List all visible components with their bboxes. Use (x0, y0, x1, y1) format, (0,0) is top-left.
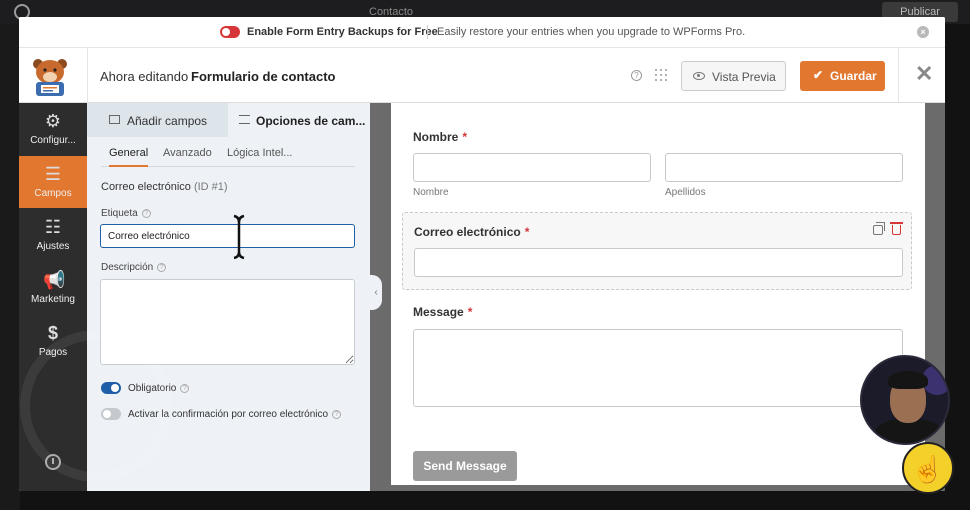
field-title: Correo electrónico (ID #1) (101, 181, 228, 193)
close-divider (898, 48, 899, 103)
webcam-hair (888, 371, 928, 389)
help-icon[interactable]: ? (180, 383, 190, 393)
help-icon[interactable]: ? (631, 70, 642, 81)
email-label-text: Correo electrónico (414, 225, 521, 239)
label-caption-text: Etiqueta (101, 208, 138, 219)
help-icon[interactable]: ? (157, 262, 167, 272)
email-input[interactable] (414, 248, 903, 277)
options-subtabs: General Avanzado Lógica Intel... (101, 147, 355, 167)
help-icon[interactable]: ? (332, 409, 342, 419)
message-field-label: Message * (413, 305, 472, 319)
preview-bottom-gutter (391, 485, 945, 491)
notice-divider (427, 25, 428, 39)
tab-field-options[interactable]: Opciones de cam... (228, 103, 370, 137)
nav-item-adjustments[interactable]: ☷ Ajustes (19, 209, 87, 261)
required-row: Obligatorio? (128, 383, 190, 394)
email-confirmation-toggle[interactable] (101, 408, 121, 420)
description-caption-text: Descripción (101, 262, 154, 273)
form-preview: Nombre * Nombre Apellidos Correo electrón… (391, 103, 925, 485)
description-caption: Descripción? (101, 262, 167, 273)
save-label: Guardar (830, 69, 877, 83)
logo-divider (87, 48, 88, 103)
first-name-input[interactable] (413, 153, 651, 182)
required-mark: * (467, 305, 473, 319)
email-field-label: Correo electrónico * (414, 225, 529, 239)
message-label-text: Message (413, 305, 464, 319)
text-cursor-icon (233, 214, 245, 260)
backup-toggle[interactable] (220, 26, 240, 38)
duplicate-icon[interactable] (873, 222, 885, 235)
screen: Contacto Publicar Enable Form Entry Back… (0, 0, 970, 510)
required-toggle[interactable] (101, 382, 121, 394)
send-message-button[interactable]: Send Message (413, 451, 517, 481)
first-name-sublabel: Nombre (413, 187, 449, 198)
eye-icon (693, 72, 705, 80)
collapse-panel-chevron-icon[interactable]: ‹ (370, 275, 382, 310)
pointing-hand-icon: ☝ (902, 442, 954, 494)
required-label: Obligatorio (128, 383, 177, 394)
form-builder-modal: Enable Form Entry Backups for Free Easil… (19, 17, 945, 491)
notice-description: Easily restore your entries when you upg… (437, 26, 746, 38)
backup-notice: Enable Form Entry Backups for Free Easil… (19, 17, 945, 48)
subtab-general[interactable]: General (109, 147, 149, 167)
description-textarea[interactable] (100, 279, 355, 365)
sliders-icon (239, 115, 250, 124)
form-name: Formulario de contacto (191, 69, 336, 84)
sliders-icon: ☷ (44, 217, 62, 237)
gear-icon: ⚙ (44, 111, 62, 131)
apps-grid-icon[interactable] (655, 69, 667, 81)
required-mark: * (524, 225, 530, 239)
preview-button[interactable]: Vista Previa (681, 61, 786, 91)
nav-item-payments[interactable]: $ Pagos (19, 315, 87, 367)
add-fields-icon (109, 115, 120, 124)
megaphone-icon: 📢 (43, 270, 66, 290)
label-input[interactable] (100, 224, 355, 248)
builder-sidenav: ⚙ Configur... ☰ Campos ☷ Ajustes 📢 Marke… (19, 103, 87, 491)
nav-label: Pagos (38, 347, 68, 358)
fields-list-icon: ☰ (44, 164, 62, 184)
message-textarea[interactable] (413, 329, 903, 407)
tab-add-fields[interactable]: Añadir campos (87, 103, 228, 137)
nav-label: Campos (34, 188, 72, 199)
confirmation-label: Activar la confirmación por correo elect… (128, 409, 329, 420)
nav-item-settings[interactable]: ⚙ Configur... (19, 103, 87, 155)
save-button[interactable]: ✔ Guardar (800, 61, 885, 91)
name-label-text: Nombre (413, 130, 459, 144)
nav-item-fields[interactable]: ☰ Campos (19, 156, 87, 208)
label-caption: Etiqueta? (101, 208, 151, 219)
field-title-name: Correo electrónico (101, 181, 191, 193)
confirmation-row: Activar la confirmación por correo elect… (128, 409, 342, 420)
close-builder-icon[interactable]: ✕ (915, 63, 933, 85)
name-field-label: Nombre * (413, 130, 467, 144)
nav-item-marketing[interactable]: 📢 Marketing (19, 262, 87, 314)
revision-history-icon[interactable] (45, 454, 61, 470)
preview-label: Vista Previa (712, 70, 776, 84)
email-field-selected[interactable]: Correo electrónico * (402, 212, 912, 290)
tab-label: Añadir campos (127, 114, 208, 128)
required-mark: * (462, 130, 468, 144)
editing-prefix: Ahora editando (100, 69, 189, 84)
last-name-input[interactable] (665, 153, 903, 182)
nav-label: Marketing (31, 294, 75, 305)
field-id: (ID #1) (193, 181, 228, 193)
nav-label: Ajustes (36, 241, 70, 252)
trash-icon[interactable] (890, 222, 903, 235)
subtab-smart-logic[interactable]: Lógica Intel... (227, 147, 292, 167)
tab-label: Opciones de cam... (256, 114, 366, 128)
close-notice-icon[interactable]: × (917, 26, 929, 38)
notice-title: Enable Form Entry Backups for Free (247, 26, 438, 38)
builder-header: Ahora editando Formulario de contacto ? … (19, 48, 945, 103)
check-icon: ✔ (813, 68, 824, 82)
last-name-sublabel: Apellidos (665, 187, 706, 198)
webcam-overlay (860, 355, 950, 445)
field-options-panel: Añadir campos Opciones de cam... General… (87, 103, 370, 491)
help-icon[interactable]: ? (141, 208, 151, 218)
wpforms-bear-logo-icon (33, 59, 67, 96)
panel-tabs: Añadir campos Opciones de cam... (87, 103, 370, 137)
nav-label: Configur... (30, 135, 76, 146)
dollar-icon: $ (47, 323, 58, 343)
subtab-advanced[interactable]: Avanzado (163, 147, 212, 167)
background-sidebar (0, 24, 20, 510)
